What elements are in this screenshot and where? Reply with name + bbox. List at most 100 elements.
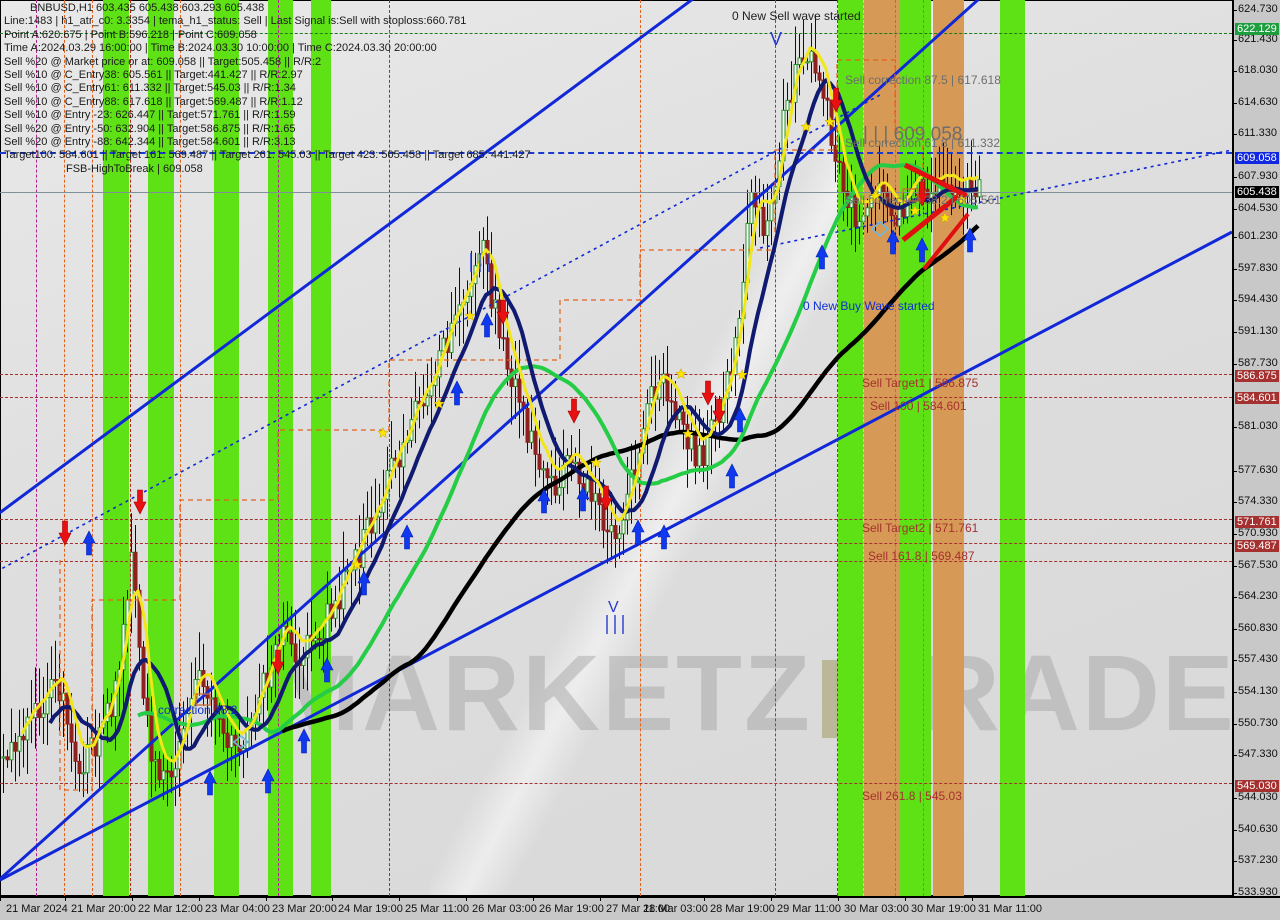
buy-arrow-15 xyxy=(815,244,829,270)
star-marker-12 xyxy=(939,211,951,223)
time-tick-0: 21 Mar 2024 xyxy=(0,896,68,915)
symbol-period-line: BNBUSD,H1 603.435 605.438 603.293 605.43… xyxy=(30,2,265,14)
buy-arrow-7 xyxy=(450,380,464,406)
info-line-4: Sell %10 @ C_Entry38: 605.561 || Target:… xyxy=(4,68,303,81)
annotation-8: Sell Target2 | 571.761 xyxy=(862,521,979,535)
time-tick-14: 30 Mar 19:00 xyxy=(905,896,976,915)
annotation-7: Sell 100 | 584.601 xyxy=(870,399,967,413)
price-tag-3[interactable]: 586.875 xyxy=(1235,370,1279,382)
price-tag-7[interactable]: 545.030 xyxy=(1235,780,1279,792)
star-marker-9 xyxy=(824,115,836,127)
star-marker-6 xyxy=(675,367,687,379)
time-tick-4: 23 Mar 20:00 xyxy=(266,896,337,915)
buy-arrow-6 xyxy=(400,524,414,550)
time-tick-13: 30 Mar 03:00 xyxy=(838,896,909,915)
buy-arrow-2 xyxy=(261,768,275,794)
buy-arrow-9 xyxy=(537,488,551,514)
annotation-6: Sell Target1 | 586.875 xyxy=(862,376,979,390)
buy-arrow-16 xyxy=(886,229,900,255)
price-tick-8: 597.830 xyxy=(1234,262,1278,274)
info-line-5: Sell %10 @ C_Entry61: 611.332 || Target:… xyxy=(4,82,296,95)
price-tick-10: 591.130 xyxy=(1234,325,1278,337)
price-tick-15: 570.930 xyxy=(1234,527,1278,539)
annotation-4: Sell correction 38.2 | 605.561 xyxy=(845,193,1001,207)
price-tick-2: 618.030 xyxy=(1234,64,1278,76)
price-tick-4: 611.330 xyxy=(1234,127,1277,139)
wave-ticks-upper xyxy=(470,253,490,272)
price-tick-17: 564.230 xyxy=(1234,590,1278,602)
buy-arrow-1 xyxy=(203,770,217,796)
info-line-2: Time A:2024.03.29 16:00:00 | Time B:2024… xyxy=(4,42,437,55)
buy-arrow-5 xyxy=(357,570,371,596)
buy-arrow-3 xyxy=(297,728,311,754)
price-tick-7: 601.230 xyxy=(1234,230,1278,242)
annotation-1: Sell correction 87.5 | 617.618 xyxy=(845,73,1001,87)
price-tag-1[interactable]: 609.058 xyxy=(1235,152,1279,164)
annotation-11: correction 38.2 xyxy=(158,703,238,717)
buy-arrow-4 xyxy=(320,657,334,683)
price-tick-20: 554.130 xyxy=(1234,685,1278,697)
price-tick-0: 624.730 xyxy=(1234,3,1278,15)
sell-arrow-1 xyxy=(133,489,147,515)
sell-arrow-5 xyxy=(599,485,613,511)
buy-arrow-13 xyxy=(725,463,739,489)
info-line-7: Sell %10 @ Entry -23: 626.447 || Target:… xyxy=(4,109,296,122)
info-line-1: Point A:620.675 | Point B:596.218 | Poin… xyxy=(4,28,257,41)
wave-label-v-top: V xyxy=(770,29,782,49)
time-tick-5: 24 Mar 19:00 xyxy=(332,896,403,915)
time-axis[interactable]: 21 Mar 2024 21 Mar 20:00 22 Mar 12:00 23 Ma… xyxy=(0,896,1280,920)
price-tick-13: 577.630 xyxy=(1234,464,1278,476)
price-tick-14: 574.330 xyxy=(1234,495,1278,507)
sell-arrow-2 xyxy=(271,649,285,675)
price-tag-4[interactable]: 584.601 xyxy=(1235,392,1279,404)
diamond-marker-right xyxy=(870,220,890,238)
buy-arrow-18 xyxy=(963,227,977,253)
star-marker-4 xyxy=(590,456,602,468)
time-tick-8: 26 Mar 19:00 xyxy=(533,896,604,915)
price-tick-23: 544.030 xyxy=(1234,791,1278,803)
info-line-8: Sell %20 @ Entry -50: 632.904 || Target:… xyxy=(4,122,296,135)
chart-info-header: BNBUSD,H1 603.435 605.438 603.293 605.43… xyxy=(4,2,531,176)
star-marker-8 xyxy=(800,120,812,132)
buy-arrow-0 xyxy=(82,530,96,556)
fsb-line: FSB-HighToBreak | 609.058 xyxy=(66,162,203,175)
price-tag-0[interactable]: 622.129 xyxy=(1235,23,1279,35)
time-tick-10: 28 Mar 03:00 xyxy=(637,896,708,915)
info-lines: Line:1483 | h1_atr_c0: 3.3354 | tema_h1_… xyxy=(4,15,531,162)
info-line-10: Target100: 584.601 || Target 161: 569.48… xyxy=(4,149,531,162)
info-line-0: Line:1483 | h1_atr_c0: 3.3354 | tema_h1_… xyxy=(4,15,467,28)
price-tick-12: 581.030 xyxy=(1234,420,1278,432)
price-tick-9: 594.430 xyxy=(1234,293,1278,305)
info-line-9: Sell %20 @ Entry -88: 642.344 || Target:… xyxy=(4,135,296,148)
price-tag-2[interactable]: 605.438 xyxy=(1235,186,1279,198)
sell-arrow-0 xyxy=(58,520,72,546)
info-line-3: Sell %20 @ Market price or at: 609.058 |… xyxy=(4,55,322,68)
annotation-5: 0 New Buy Wave started xyxy=(803,299,935,313)
time-tick-3: 23 Mar 04:00 xyxy=(199,896,270,915)
price-axis[interactable]: 624.730 621.430 618.030 614.630 611.330 607.9… xyxy=(1232,0,1280,898)
trading-chart-window: MARKETZ TRADE VV BNBUSD,H1 603.435 605.43… xyxy=(0,0,1280,920)
sell-arrow-8 xyxy=(829,87,843,113)
time-tick-11: 28 Mar 19:00 xyxy=(704,896,775,915)
wave-label-v-mid: V xyxy=(608,599,619,616)
price-tick-16: 567.530 xyxy=(1234,559,1278,571)
diamond-marker-left xyxy=(232,734,250,750)
star-marker-1 xyxy=(351,558,363,570)
info-line-6: Sell %10 @ C_Entry88: 617.618 || Target:… xyxy=(4,95,303,108)
price-tag-6[interactable]: 569.487 xyxy=(1235,540,1279,552)
price-tick-24: 540.630 xyxy=(1234,823,1278,835)
star-marker-5 xyxy=(682,427,694,439)
sell-arrow-4 xyxy=(567,398,581,424)
star-marker-11 xyxy=(909,204,921,216)
time-tick-6: 25 Mar 11:00 xyxy=(398,896,470,915)
price-tick-21: 550.730 xyxy=(1234,717,1278,729)
chart-plot-area[interactable]: MARKETZ TRADE VV BNBUSD,H1 603.435 605.43… xyxy=(0,0,1232,896)
buy-arrow-12 xyxy=(657,524,671,550)
annotation-10: Sell 261.8 | 545.03 xyxy=(862,789,962,803)
price-tick-25: 537.230 xyxy=(1234,854,1278,866)
price-tick-6: 604.530 xyxy=(1234,202,1278,214)
price-tick-3: 614.630 xyxy=(1234,96,1278,108)
star-marker-2 xyxy=(433,397,445,409)
price-tag-5[interactable]: 571.761 xyxy=(1235,516,1279,528)
annotation-0: 0 New Sell wave started xyxy=(732,9,861,23)
